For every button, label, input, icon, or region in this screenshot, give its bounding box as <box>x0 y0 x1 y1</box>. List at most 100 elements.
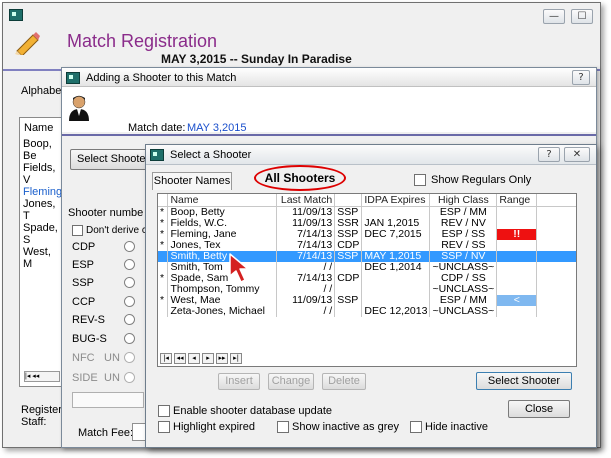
match-date-value: MAY 3,2015 <box>187 122 247 134</box>
minimize-button[interactable]: — <box>543 9 565 24</box>
row-filler <box>537 218 576 229</box>
division-esp-label: ESP <box>72 259 95 271</box>
list-nav[interactable]: |◂ ◂◂ <box>24 371 60 382</box>
col-division[interactable] <box>334 194 363 207</box>
person-icon <box>69 95 89 121</box>
row-idpa-expires <box>361 273 431 284</box>
list-item[interactable]: Boop, Be <box>23 138 62 162</box>
highlight-expired-checkbox[interactable] <box>158 421 170 433</box>
show-regulars-checkbox[interactable] <box>414 174 426 186</box>
list-item[interactable]: Jones, T <box>23 198 62 222</box>
row-idpa-expires: DEC 12,2013 <box>361 306 431 317</box>
list-item[interactable]: Fields, V <box>23 162 62 186</box>
row-high-class: ~UNCLASS~ <box>429 306 498 317</box>
nav-next-button[interactable]: ▸ <box>202 353 214 364</box>
change-button[interactable]: Change <box>268 373 314 390</box>
name-list: Boop, Be Fields, V Fleming Jones, T Spad… <box>23 138 62 270</box>
nav-last-button[interactable]: ▸| <box>230 353 242 364</box>
col-name[interactable]: Name <box>167 194 278 207</box>
division-esp-radio[interactable] <box>124 259 135 270</box>
table-row[interactable]: * Fleming, Jane 7/14/13 SSP DEC 7,2015 ESP / … <box>158 229 576 240</box>
nav-prev-button[interactable]: ◂ <box>188 353 200 364</box>
maximize-button[interactable]: ☐ <box>571 9 593 24</box>
row-range <box>496 306 538 317</box>
division-revs-label: REV-S <box>72 314 106 326</box>
nav-prev-page-button[interactable]: ◂◂ <box>174 353 186 364</box>
page-title: Match Registration <box>67 31 218 51</box>
row-range <box>496 240 538 251</box>
row-range <box>496 273 538 284</box>
row-filler <box>537 273 576 284</box>
col-high-class[interactable]: High Class <box>429 194 498 207</box>
select-dialog-title: Select a Shooter <box>170 149 252 161</box>
row-division <box>334 306 363 317</box>
help-button[interactable]: ? <box>572 70 590 85</box>
comment-field[interactable] <box>72 392 144 408</box>
tab-all-shooters[interactable]: All Shooters <box>256 171 344 185</box>
row-mark <box>158 251 169 262</box>
hide-inactive-checkbox[interactable] <box>410 421 422 433</box>
match-date-label: Match date: <box>128 122 186 134</box>
row-filler <box>537 295 576 306</box>
select-help-button[interactable]: ? <box>538 147 560 162</box>
dialog-titlebar: Adding a Shooter to this Match ? <box>62 68 596 87</box>
show-inactive-grey-checkbox[interactable] <box>277 421 289 433</box>
close-button[interactable]: Close <box>508 400 570 418</box>
select-titlebar: Select a Shooter ? ✕ <box>146 145 596 165</box>
select-shooter-button[interactable]: Select Shooter <box>476 372 572 390</box>
shooter-list[interactable]: Name Boop, Be Fields, V Fleming Jones, T… <box>19 117 63 387</box>
grid-header-row: Name Last Match IDPA Expires High Class … <box>158 194 576 207</box>
row-range: !! <box>496 229 538 240</box>
insert-button[interactable]: Insert <box>218 373 260 390</box>
division-bugs-radio[interactable] <box>124 333 135 344</box>
row-range: < <box>496 295 538 306</box>
nav-first-button[interactable]: |◂ <box>160 353 172 364</box>
division-ccp-label: CCP <box>72 296 96 308</box>
row-filler <box>536 251 576 262</box>
select-shooter-button-bg[interactable]: Select Shoote <box>70 149 148 170</box>
row-last-match: / / <box>276 306 336 317</box>
row-mark: * <box>158 273 169 284</box>
division-nfc-radio[interactable] <box>124 352 135 363</box>
list-item[interactable]: Spade, S <box>23 222 62 246</box>
list-item[interactable]: Fleming <box>23 186 62 198</box>
alphabet-label: Alphabet <box>21 85 65 97</box>
col-idpa-expires[interactable]: IDPA Expires <box>361 194 431 207</box>
shooter-table: Name Last Match IDPA Expires High Class … <box>158 194 576 317</box>
table-row[interactable]: Zeta-Jones, Michael / / DEC 12,2013 ~UNCLAS… <box>158 306 576 317</box>
division-bugs-label: BUG-S <box>72 333 107 345</box>
division-cdp-radio[interactable] <box>124 241 135 252</box>
division-revs-radio[interactable] <box>124 314 135 325</box>
dont-derive-checkbox[interactable] <box>72 225 83 236</box>
row-filler <box>537 240 576 251</box>
division-side-radio[interactable] <box>124 372 135 383</box>
col-last-match[interactable]: Last Match <box>276 194 336 207</box>
tab-shooter-names[interactable]: Shooter Names <box>152 172 232 190</box>
enable-update-checkbox[interactable] <box>158 405 170 417</box>
dialog-title: Adding a Shooter to this Match <box>86 72 237 84</box>
list-item[interactable]: West, M <box>23 246 62 270</box>
delete-button[interactable]: Delete <box>322 373 366 390</box>
division-nfc-label: NFC <box>72 352 95 364</box>
hide-inactive-label: Hide inactive <box>425 421 488 433</box>
row-mark: * <box>158 240 169 251</box>
select-shooter-dialog: Select a Shooter ? ✕ Shooter Names All S… <box>145 144 597 448</box>
row-filler <box>537 262 576 273</box>
pencil-icon <box>15 32 40 55</box>
show-regulars-label: Show Regulars Only <box>431 174 532 186</box>
row-division: SSP <box>334 295 363 306</box>
dialog-icon <box>66 72 80 84</box>
select-close-button[interactable]: ✕ <box>564 147 590 162</box>
match-fee-input[interactable] <box>132 423 146 441</box>
nav-next-page-button[interactable]: ▸▸ <box>216 353 228 364</box>
division-ssp-radio[interactable] <box>124 277 135 288</box>
division-side-label: SIDE <box>72 372 98 384</box>
row-idpa-expires <box>361 284 431 295</box>
enable-update-label: Enable shooter database update <box>173 405 333 417</box>
header-divider <box>62 134 596 136</box>
shooter-grid[interactable]: Name Last Match IDPA Expires High Class … <box>157 193 577 367</box>
dont-derive-label: Don't derive cl <box>86 225 150 236</box>
col-range[interactable]: Range <box>496 194 538 207</box>
highlight-expired-label: Highlight expired <box>173 421 255 433</box>
division-ccp-radio[interactable] <box>124 296 135 307</box>
